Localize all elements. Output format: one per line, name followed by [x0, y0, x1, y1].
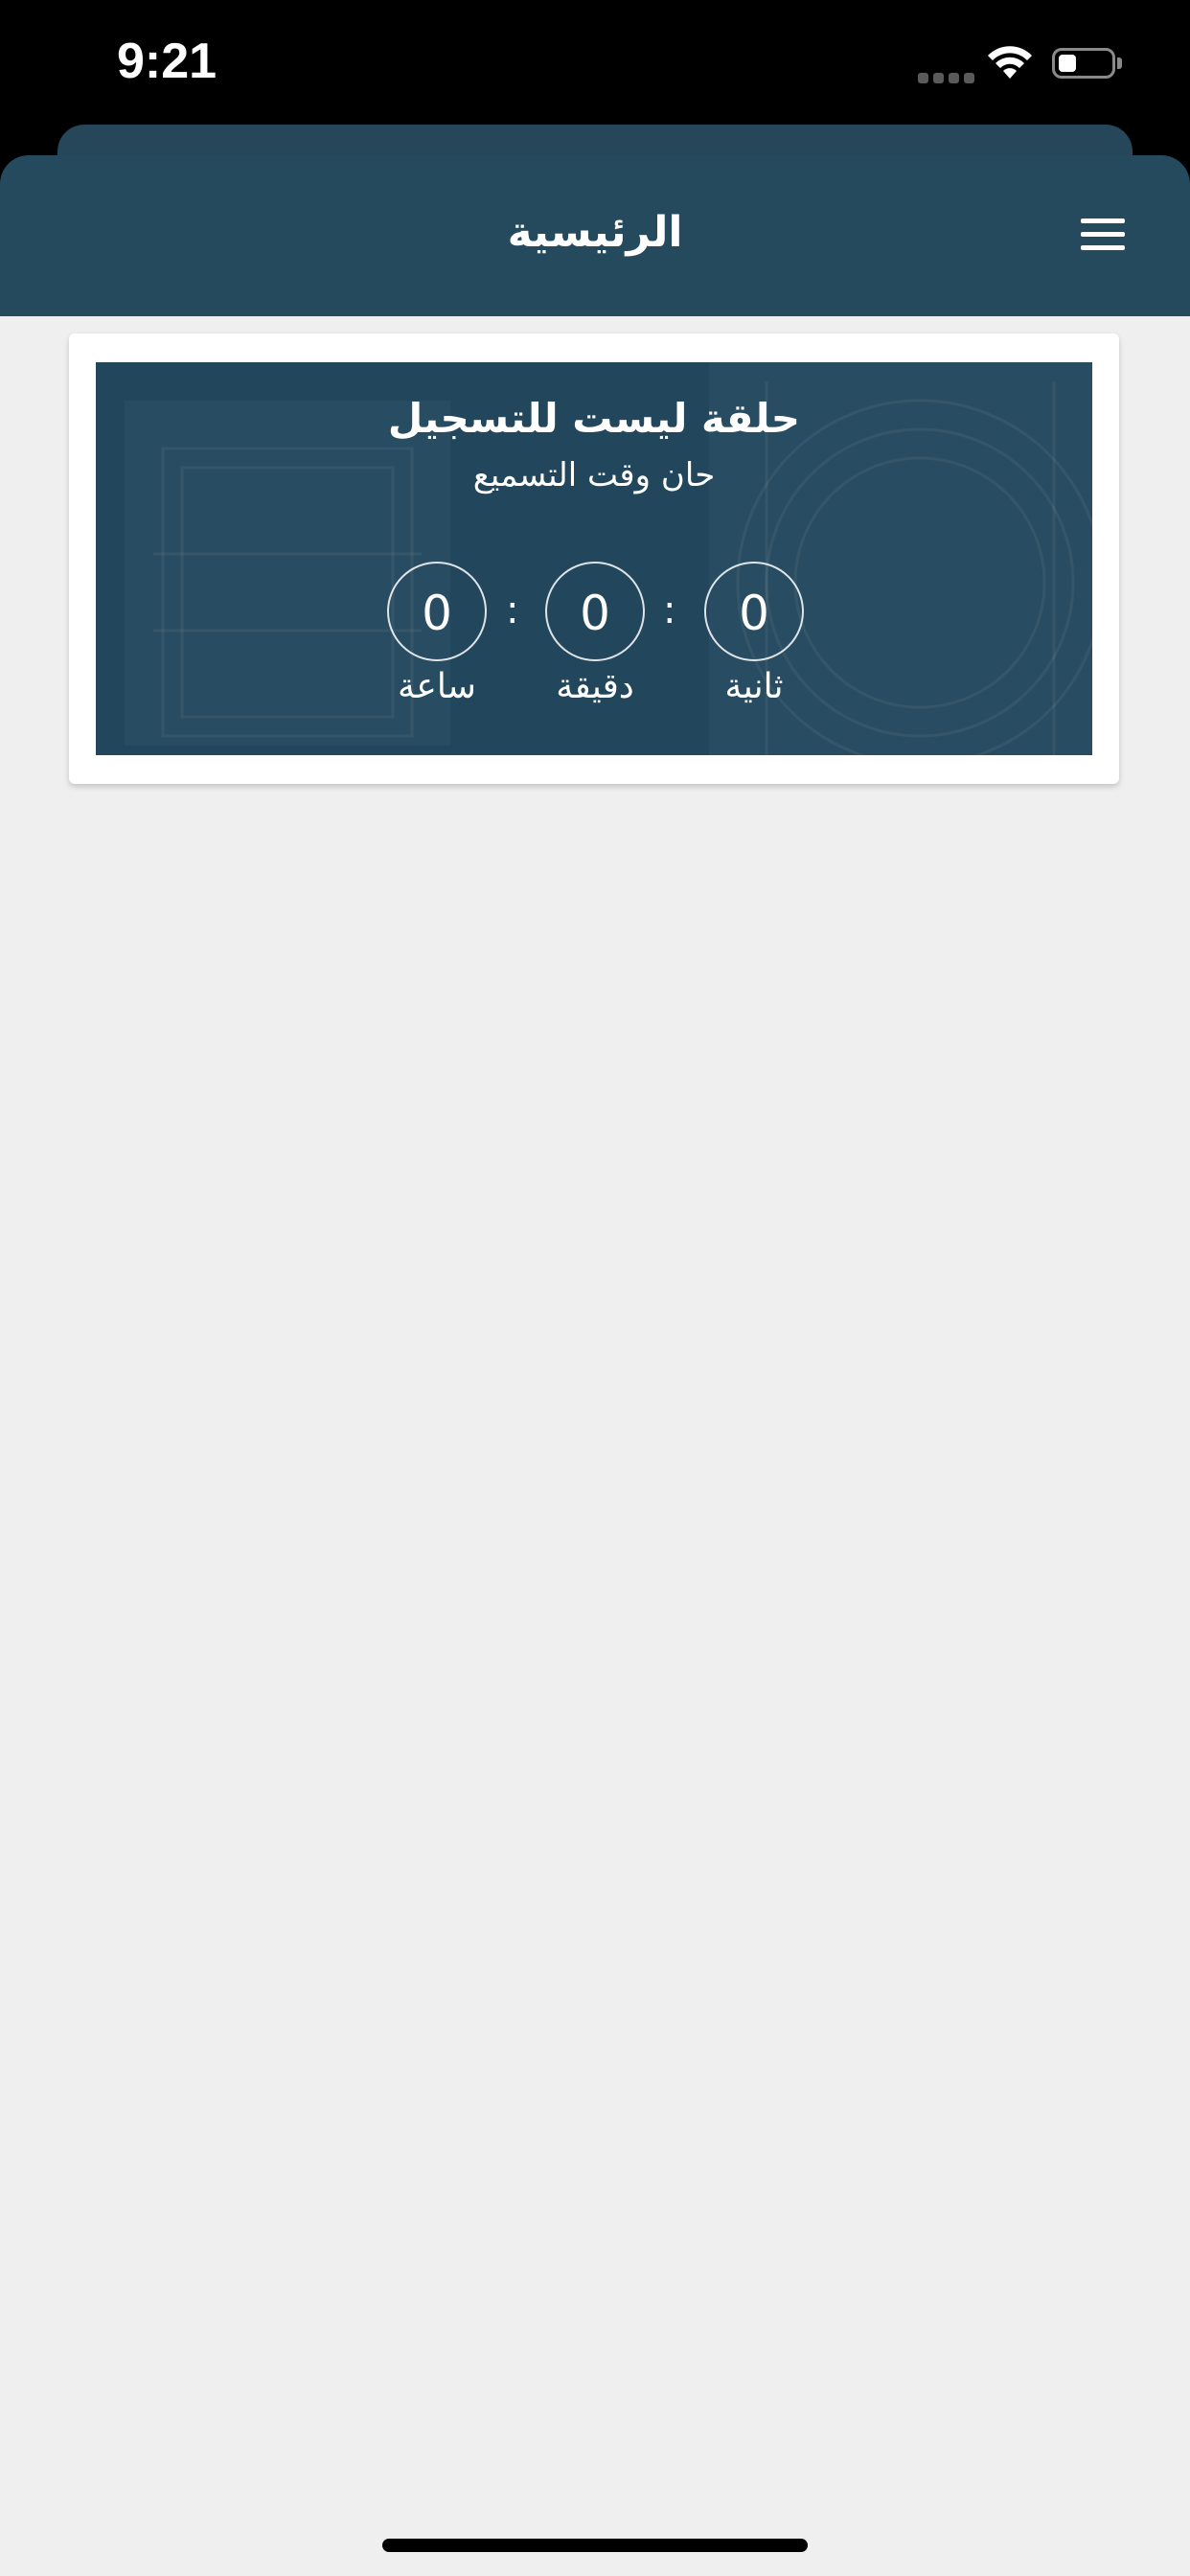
- minutes-label: دقيقة: [556, 667, 634, 706]
- wifi-icon: [988, 46, 1032, 79]
- battery-nub: [1117, 58, 1122, 69]
- session-subtitle: حان وقت التسميع: [472, 456, 716, 494]
- hours-label: ساعة: [398, 667, 476, 706]
- seconds-label: ثانية: [724, 667, 784, 706]
- battery-icon: [1052, 48, 1115, 79]
- session-title: حلقة ليست للتسجيل: [387, 395, 801, 442]
- cellular-signal-icon: [918, 69, 979, 87]
- seconds-counter: 0: [704, 562, 804, 661]
- hamburger-menu-icon[interactable]: [1075, 215, 1136, 257]
- app-header: الرئيسية: [0, 155, 1190, 316]
- home-indicator[interactable]: [382, 2539, 808, 2552]
- hours-counter: 0: [387, 562, 487, 661]
- counter-separator: :: [506, 588, 519, 632]
- session-banner: حلقة ليست للتسجيل حان وقت التسميع 0 : 0 …: [96, 362, 1092, 755]
- status-time: 9:21: [117, 34, 217, 89]
- counter-separator: :: [663, 588, 676, 632]
- session-card: حلقة ليست للتسجيل حان وقت التسميع 0 : 0 …: [69, 334, 1119, 784]
- minutes-counter: 0: [545, 562, 645, 661]
- page-title: الرئيسية: [507, 208, 683, 257]
